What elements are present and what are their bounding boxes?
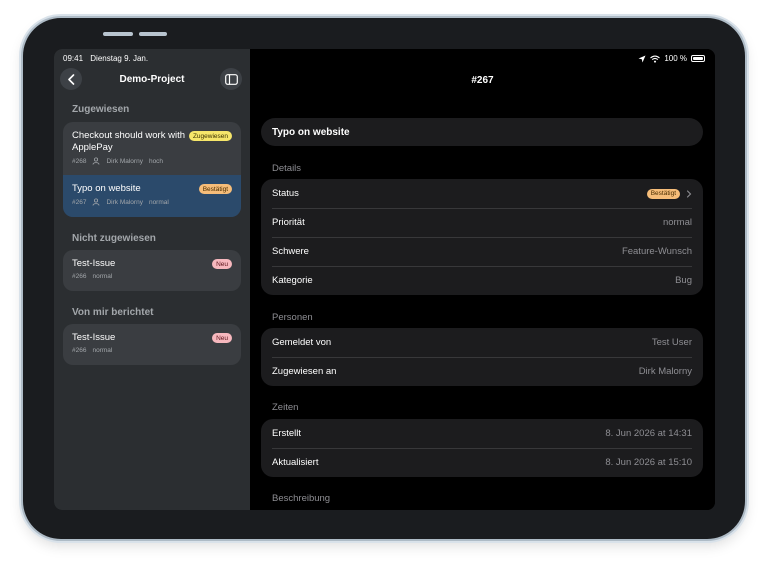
issue-meta: #268 Dirk Malorny hoch — [72, 157, 232, 165]
status-badge: Bestätigt — [646, 188, 680, 199]
person-icon — [93, 198, 100, 206]
issue-priority: normal — [148, 198, 169, 206]
details-group: Status Bestätigt Priorität normal Schwer… — [261, 179, 703, 295]
assignee-label: Zugewiesen an — [272, 366, 337, 377]
people-group: Gemeldet von Test User Zugewiesen an Dir… — [261, 328, 703, 386]
wifi-icon — [650, 55, 661, 63]
issue-assignee: Dirk Malorny — [106, 157, 143, 165]
status-date: Dienstag 9. Jan. — [90, 54, 149, 63]
issue-meta: #266 normal — [72, 273, 232, 280]
category-value: Bug — [675, 275, 692, 286]
status-bar-left: 09:41 Dienstag 9. Jan. — [63, 54, 153, 63]
status-badge: Bestätigt — [198, 184, 232, 194]
battery-icon — [691, 55, 705, 62]
volume-button — [139, 32, 167, 36]
list-item-issue-266[interactable]: Test-Issue #266 normal Neu — [63, 250, 241, 291]
volume-button — [103, 32, 133, 36]
priority-value: normal — [662, 217, 692, 228]
issue-priority: normal — [92, 273, 113, 280]
created-label: Erstellt — [272, 428, 302, 439]
assigned-list: Checkout should work with ApplePay #268 … — [63, 122, 241, 217]
status-badge: Zugewiesen — [188, 131, 232, 141]
person-icon — [93, 157, 100, 165]
status-label: Status — [272, 188, 299, 199]
section-header-description: Beschreibung — [272, 493, 331, 504]
issue-priority: hoch — [148, 157, 164, 165]
reporter-row[interactable]: Gemeldet von Test User — [261, 328, 703, 357]
updated-label: Aktualisiert — [272, 457, 319, 468]
updated-row: Aktualisiert 8. Jun 2026 at 15:10 — [261, 448, 703, 477]
severity-label: Schwere — [272, 246, 309, 257]
created-value: 8. Jun 2026 at 14:31 — [605, 428, 692, 439]
severity-value: Feature-Wunsch — [621, 246, 692, 257]
updated-value: 8. Jun 2026 at 15:10 — [605, 457, 692, 468]
category-label: Kategorie — [272, 275, 313, 286]
issue-meta: #267 Dirk Malorny normal — [72, 198, 232, 206]
screen: 09:41 Dienstag 9. Jan. Demo-Project Zuge… — [54, 49, 715, 510]
status-row[interactable]: Status Bestätigt — [261, 179, 703, 208]
section-header-reported-by-me: Von mir berichtet — [72, 307, 154, 318]
times-group: Erstellt 8. Jun 2026 at 14:31 Aktualisie… — [261, 419, 703, 477]
status-bar-right: 100 % — [638, 54, 705, 63]
battery-percent: 100 % — [664, 54, 687, 63]
issue-title: Checkout should work with ApplePay — [72, 130, 185, 153]
priority-label: Priorität — [272, 217, 305, 228]
location-icon — [638, 55, 646, 62]
priority-row[interactable]: Priorität normal — [261, 208, 703, 237]
status-badge: Neu — [212, 333, 232, 343]
assignee-row[interactable]: Zugewiesen an Dirk Malorny — [261, 357, 703, 386]
issue-title: Typo on website — [72, 183, 141, 194]
page-title: #267 — [471, 75, 494, 86]
issue-number: #266 — [72, 273, 87, 280]
section-header-unassigned: Nicht zugewiesen — [72, 233, 156, 244]
issue-title-field[interactable]: Typo on website — [261, 118, 703, 146]
issue-meta: #266 normal — [72, 347, 232, 354]
status-value: Bestätigt — [646, 188, 692, 199]
reporter-value: Test User — [651, 337, 692, 348]
reported-list: Test-Issue #266 normal Neu — [63, 324, 241, 365]
detail-view: 100 % #267 Typo on website Details Statu… — [250, 49, 715, 510]
severity-row[interactable]: Schwere Feature-Wunsch — [261, 237, 703, 266]
assignee-value: Dirk Malorny — [638, 366, 692, 377]
toggle-sidebar-button[interactable] — [220, 68, 242, 90]
section-header-details: Details — [272, 163, 302, 174]
status-time: 09:41 — [63, 54, 84, 63]
category-row[interactable]: Kategorie Bug — [261, 266, 703, 295]
section-header-assigned: Zugewiesen — [72, 104, 130, 115]
issue-assignee: Dirk Malorny — [106, 198, 143, 206]
reporter-label: Gemeldet von — [272, 337, 332, 348]
issue-title: Test-Issue — [72, 258, 116, 269]
chevron-right-icon — [686, 189, 692, 198]
list-item-issue-267[interactable]: Typo on website #267 Dirk Malorny normal… — [63, 175, 241, 217]
sidebar: 09:41 Dienstag 9. Jan. Demo-Project Zuge… — [54, 49, 250, 510]
issue-priority: normal — [92, 347, 113, 354]
issue-title: Test-Issue — [72, 332, 116, 343]
created-row: Erstellt 8. Jun 2026 at 14:31 — [261, 419, 703, 448]
list-item-issue-266[interactable]: Test-Issue #266 normal Neu — [63, 324, 241, 365]
list-item-issue-268[interactable]: Checkout should work with ApplePay #268 … — [63, 122, 241, 175]
issue-number: #267 — [72, 198, 87, 206]
section-header-people: Personen — [272, 312, 313, 323]
issue-number: #268 — [72, 157, 87, 165]
section-header-times: Zeiten — [272, 402, 299, 413]
status-badge: Neu — [212, 259, 232, 269]
sidebar-toggle-icon — [224, 73, 238, 85]
unassigned-list: Test-Issue #266 normal Neu — [63, 250, 241, 291]
issue-number: #266 — [72, 347, 87, 354]
